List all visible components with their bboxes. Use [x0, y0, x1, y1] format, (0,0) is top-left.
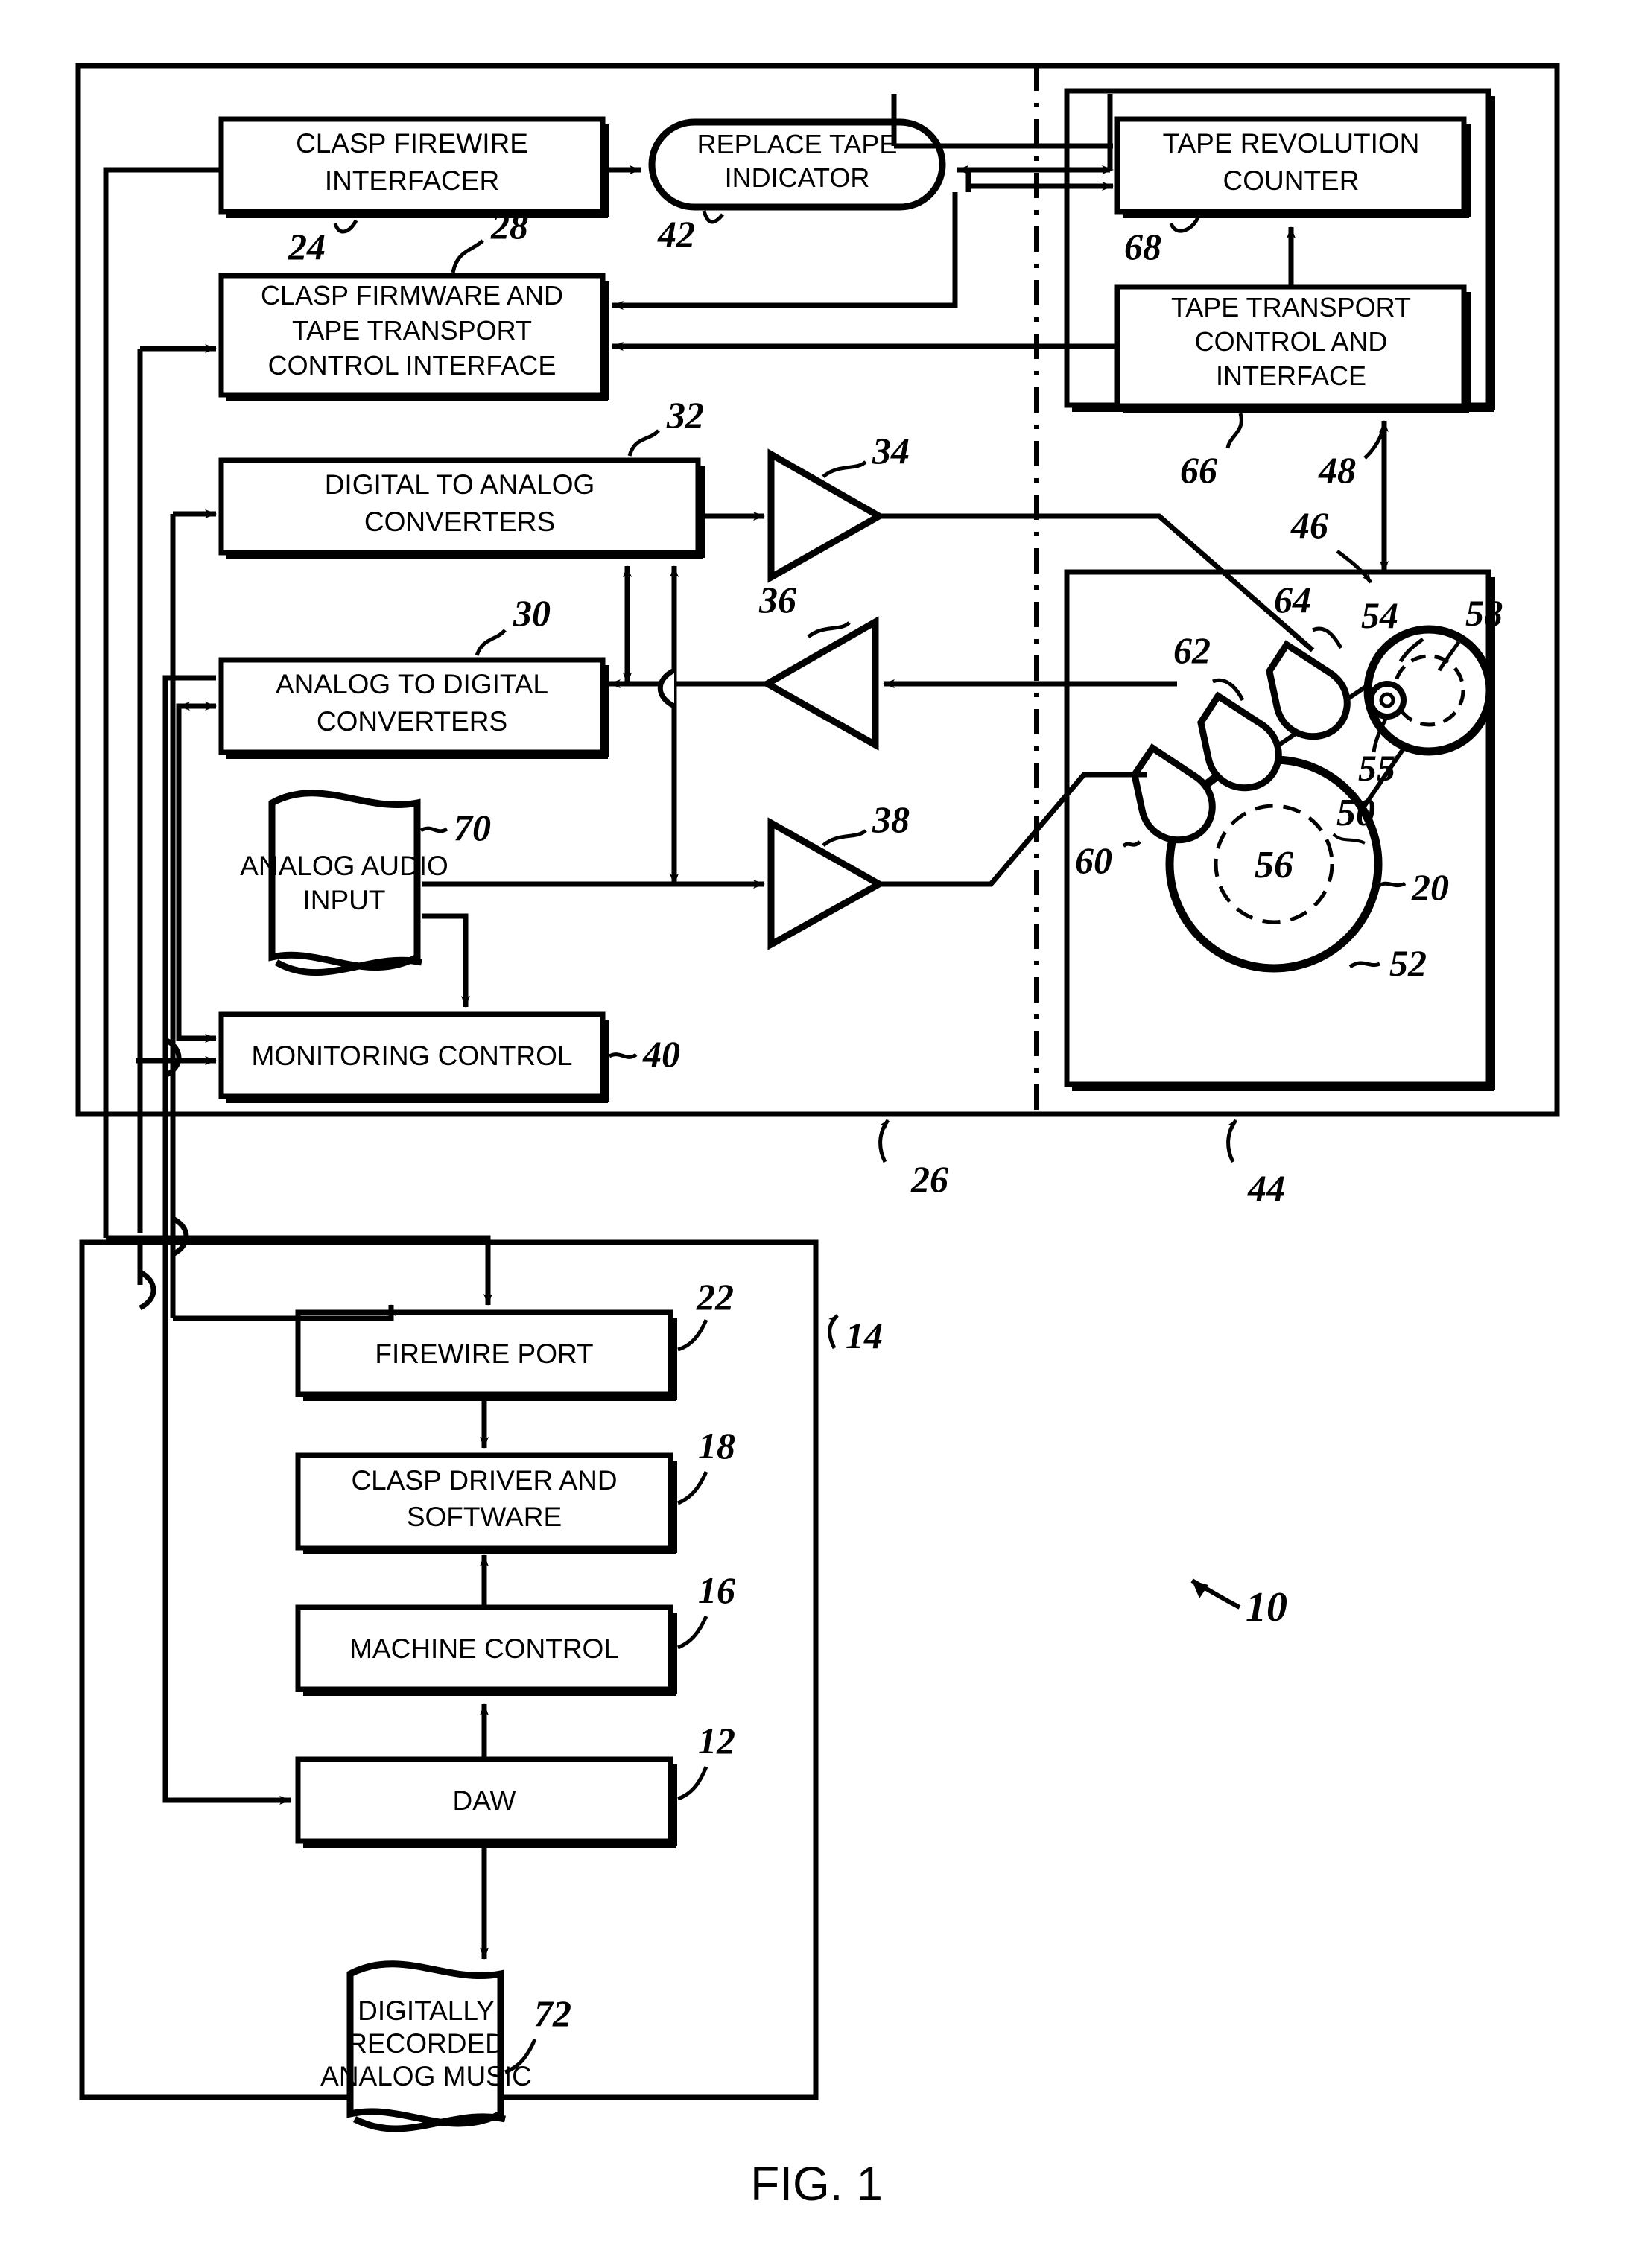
ref-55: 55 [1358, 747, 1395, 789]
ref-20: 20 [1411, 866, 1449, 908]
ref-26: 26 [910, 1158, 948, 1200]
machine-control-label: MACHINE CONTROL [349, 1633, 619, 1664]
ref-52: 52 [1389, 942, 1427, 984]
replace-tape-indicator-line2: INDICATOR [725, 162, 870, 193]
ref-50: 50 [1336, 792, 1375, 834]
ref-28: 28 [490, 205, 528, 247]
clasp-driver-line2: SOFTWARE [407, 1502, 562, 1532]
ref-68: 68 [1124, 226, 1161, 267]
tape-revolution-counter-line1: TAPE REVOLUTION [1163, 128, 1420, 159]
ref-18: 18 [698, 1425, 735, 1467]
ref-10: 10 [1246, 1584, 1287, 1630]
adc-line1: ANALOG TO DIGITAL [276, 669, 548, 699]
ref-60: 60 [1075, 839, 1112, 881]
figure-canvas: CLASP FIREWIRE INTERFACER 24 CLASP FIRMW… [0, 0, 1633, 2268]
ref-12: 12 [698, 1720, 735, 1762]
clasp-firmware-line1: CLASP FIRMWARE AND [261, 280, 563, 311]
digitally-recorded-line2: RECORDED [347, 2028, 505, 2059]
ref-54: 54 [1361, 594, 1398, 636]
ref-66: 66 [1180, 449, 1217, 491]
block-clasp-driver-software[interactable]: CLASP DRIVER AND SOFTWARE [295, 1452, 677, 1554]
ref-24: 24 [288, 226, 326, 267]
clasp-firewire-interfacer-line1: CLASP FIREWIRE [296, 128, 528, 159]
tape-transport-control-line2: CONTROL AND [1195, 326, 1388, 357]
block-monitoring-control[interactable]: MONITORING CONTROL [218, 1011, 609, 1103]
ref-34: 34 [872, 430, 910, 471]
ref-44: 44 [1247, 1167, 1285, 1209]
block-machine-control[interactable]: MACHINE CONTROL [295, 1604, 677, 1696]
ref-64: 64 [1274, 579, 1311, 620]
block-replace-tape-indicator[interactable]: REPLACE TAPE INDICATOR [648, 118, 946, 211]
clasp-firmware-line2: TAPE TRANSPORT [292, 315, 532, 346]
tape-transport-control-line1: TAPE TRANSPORT [1171, 292, 1411, 323]
daw-label: DAW [453, 1785, 516, 1816]
ref-36: 36 [758, 579, 796, 620]
digitally-recorded-line1: DIGITALLY [358, 1995, 495, 2026]
firewire-port-label: FIREWIRE PORT [375, 1338, 593, 1369]
block-digitally-recorded-analog-music[interactable]: DIGITALLY RECORDED ANALOG MUSIC [320, 1960, 532, 2132]
tape-revolution-counter-line2: COUNTER [1223, 165, 1360, 196]
analog-audio-input-line1: ANALOG AUDIO [240, 851, 448, 881]
block-analog-to-digital-converters[interactable]: ANALOG TO DIGITAL CONVERTERS [218, 657, 609, 759]
block-firewire-port[interactable]: FIREWIRE PORT [295, 1309, 677, 1401]
tach-roller [1368, 681, 1407, 720]
block-clasp-firewire-interfacer[interactable]: CLASP FIREWIRE INTERFACER [218, 116, 609, 218]
ref-58: 58 [1465, 592, 1503, 634]
clasp-driver-line1: CLASP DRIVER AND [351, 1465, 617, 1496]
ref-70: 70 [454, 807, 491, 848]
figure-caption: FIG. 1 [750, 2157, 883, 2211]
ref-42: 42 [657, 213, 695, 255]
patent-figure-1: CLASP FIREWIRE INTERFACER 24 CLASP FIRMW… [0, 0, 1633, 2268]
dac-line1: DIGITAL TO ANALOG [325, 469, 595, 500]
tape-transport-control-line3: INTERFACE [1216, 360, 1366, 391]
ref-30: 30 [513, 592, 551, 634]
replace-tape-indicator-line1: REPLACE TAPE [697, 129, 898, 159]
analog-audio-input-line2: INPUT [303, 885, 386, 915]
monitoring-control-label: MONITORING CONTROL [252, 1041, 573, 1071]
adc-line2: CONVERTERS [317, 706, 507, 737]
ref-40: 40 [642, 1033, 680, 1075]
clasp-firewire-interfacer-line2: INTERFACER [325, 165, 499, 196]
ref-16: 16 [698, 1569, 735, 1611]
ref-32: 32 [666, 394, 704, 436]
block-digital-to-analog-converters[interactable]: DIGITAL TO ANALOG CONVERTERS [218, 457, 705, 559]
ref-56: 56 [1255, 844, 1293, 886]
block-clasp-firmware-tape-transport[interactable]: CLASP FIRMWARE AND TAPE TRANSPORT CONTRO… [218, 273, 609, 401]
leader-20 [1377, 881, 1407, 889]
ref-48: 48 [1318, 449, 1356, 491]
block-analog-audio-input[interactable]: ANALOG AUDIO INPUT [240, 790, 448, 976]
ref-14: 14 [846, 1315, 883, 1356]
clasp-firmware-line3: CONTROL INTERFACE [268, 350, 557, 381]
digitally-recorded-line3: ANALOG MUSIC [320, 2061, 532, 2091]
ref-72: 72 [534, 1992, 571, 2034]
block-tape-revolution-counter[interactable]: TAPE REVOLUTION COUNTER [1114, 116, 1471, 218]
block-daw[interactable]: DAW [295, 1756, 677, 1848]
dac-line2: CONVERTERS [364, 506, 555, 537]
ref-46: 46 [1290, 504, 1328, 546]
ref-22: 22 [696, 1276, 734, 1318]
block-tape-transport-control-interface[interactable]: TAPE TRANSPORT CONTROL AND INTERFACE [1114, 284, 1471, 413]
ref-38: 38 [872, 798, 910, 840]
ref-62: 62 [1173, 629, 1211, 671]
